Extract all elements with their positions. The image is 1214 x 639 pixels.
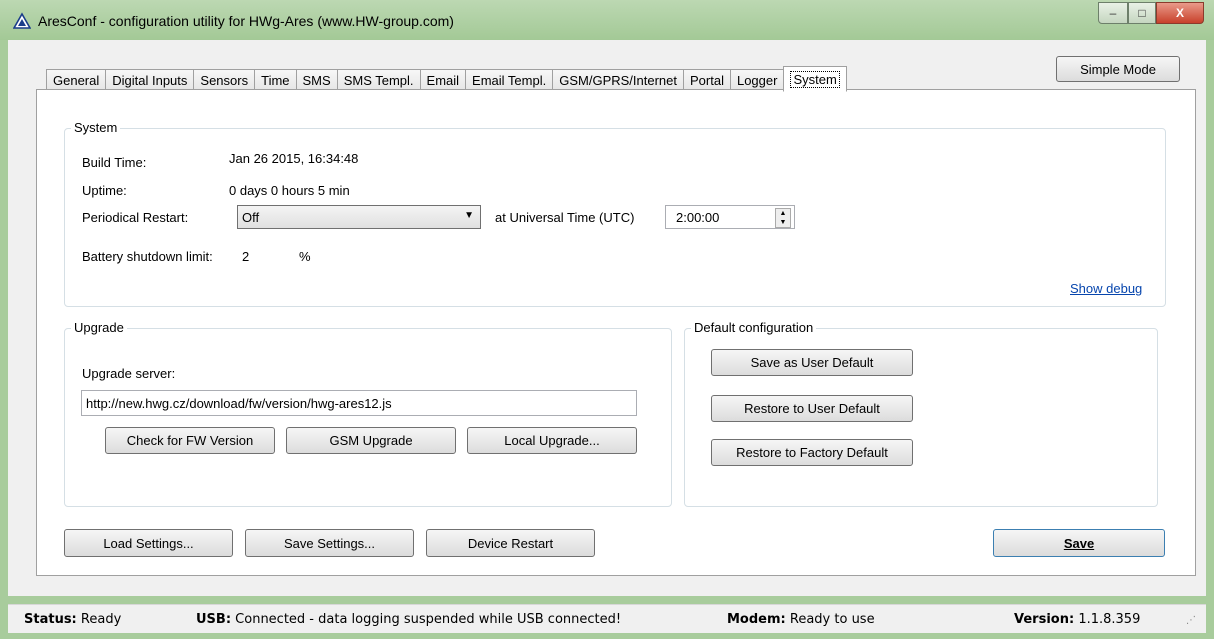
version-section: Version: 1.1.8.359 [1014, 612, 1141, 627]
tab-sms[interactable]: SMS [295, 69, 338, 91]
minimize-button[interactable]: – [1098, 2, 1128, 24]
app-window: AresConf - configuration utility for HWg… [0, 0, 1214, 639]
title-bar: AresConf - configuration utility for HWg… [0, 0, 1214, 40]
window-title: AresConf - configuration utility for HWg… [38, 13, 454, 29]
client-area: General Digital Inputs Sensors Time SMS … [8, 40, 1206, 596]
status-section: Status: Ready [24, 612, 122, 627]
usb-status-section: USB: Connected - data logging suspended … [196, 612, 622, 627]
device-restart-button[interactable]: Device Restart [426, 529, 595, 557]
modem-status-section: Modem: Ready to use [727, 612, 875, 627]
battery-shutdown-value: 2 [242, 249, 250, 264]
system-group: System Build Time: Jan 26 2015, 16:34:48… [64, 120, 1166, 307]
minimize-icon: – [1109, 6, 1117, 20]
tab-logger[interactable]: Logger [729, 69, 785, 91]
save-button[interactable]: Save [993, 529, 1165, 557]
upgrade-server-label: Upgrade server: [82, 366, 176, 381]
tab-email[interactable]: Email [419, 69, 467, 91]
tab-portal[interactable]: Portal [683, 69, 731, 91]
tab-strip: General Digital Inputs Sensors Time SMS … [46, 63, 847, 92]
maximize-icon: □ [1138, 6, 1146, 20]
tab-digital-inputs[interactable]: Digital Inputs [105, 69, 195, 91]
restart-select-value: Off [242, 209, 260, 225]
tab-gsm-gprs-internet[interactable]: GSM/GPRS/Internet [552, 69, 684, 91]
save-settings-button[interactable]: Save Settings... [245, 529, 414, 557]
check-fw-version-button[interactable]: Check for FW Version [105, 427, 275, 454]
save-as-user-default-button[interactable]: Save as User Default [711, 349, 913, 376]
battery-unit: % [299, 249, 311, 264]
tab-general[interactable]: General [46, 69, 107, 91]
uptime-label: Uptime: [82, 183, 127, 198]
local-upgrade-button[interactable]: Local Upgrade... [467, 427, 637, 454]
default-config-group-label: Default configuration [691, 320, 817, 335]
maximize-button[interactable]: □ [1128, 2, 1156, 24]
restore-user-default-button[interactable]: Restore to User Default [711, 395, 913, 422]
spinner-arrows-icon[interactable]: ▲ ▼ [775, 208, 791, 228]
build-time-value: Jan 26 2015, 16:34:48 [229, 151, 359, 166]
utc-time-spinner[interactable]: 2:00:00 ▲ ▼ [665, 205, 795, 229]
show-debug-link[interactable]: Show debug [1070, 281, 1142, 296]
system-group-label: System [71, 120, 121, 135]
upgrade-group-label: Upgrade [71, 320, 127, 335]
default-configuration-group: Default configuration Save as User Defau… [684, 320, 1158, 507]
load-settings-button[interactable]: Load Settings... [64, 529, 233, 557]
upgrade-group: Upgrade Upgrade server: http://new.hwg.c… [64, 320, 672, 507]
gsm-upgrade-button[interactable]: GSM Upgrade [286, 427, 456, 454]
restore-factory-default-button[interactable]: Restore to Factory Default [711, 439, 913, 466]
system-tab-page: System Build Time: Jan 26 2015, 16:34:48… [36, 89, 1196, 576]
build-time-label: Build Time: [82, 155, 147, 170]
tab-system[interactable]: System [783, 66, 847, 92]
tab-sms-templ[interactable]: SMS Templ. [336, 69, 421, 91]
resize-grip-icon[interactable]: ⋰ [1186, 615, 1196, 626]
tab-email-templ[interactable]: Email Templ. [465, 69, 554, 91]
uptime-value: 0 days 0 hours 5 min [229, 183, 350, 198]
window-controls: – □ X [1098, 2, 1204, 24]
tab-time[interactable]: Time [254, 69, 297, 91]
utc-time-value: 2:00:00 [676, 209, 720, 225]
simple-mode-button[interactable]: Simple Mode [1056, 56, 1180, 82]
status-bar: Status: Ready USB: Connected - data logg… [8, 604, 1206, 633]
periodical-restart-select[interactable]: Off ▼ [237, 205, 481, 229]
app-logo-icon [13, 12, 31, 29]
chevron-down-icon: ▼ [464, 210, 474, 221]
close-button[interactable]: X [1156, 2, 1204, 24]
close-icon: X [1175, 6, 1184, 20]
periodical-restart-label: Periodical Restart: [82, 210, 189, 225]
utc-label: at Universal Time (UTC) [495, 210, 635, 225]
upgrade-server-input[interactable]: http://new.hwg.cz/download/fw/version/hw… [81, 390, 637, 416]
battery-shutdown-label: Battery shutdown limit: [82, 249, 213, 264]
tab-sensors[interactable]: Sensors [193, 69, 256, 91]
